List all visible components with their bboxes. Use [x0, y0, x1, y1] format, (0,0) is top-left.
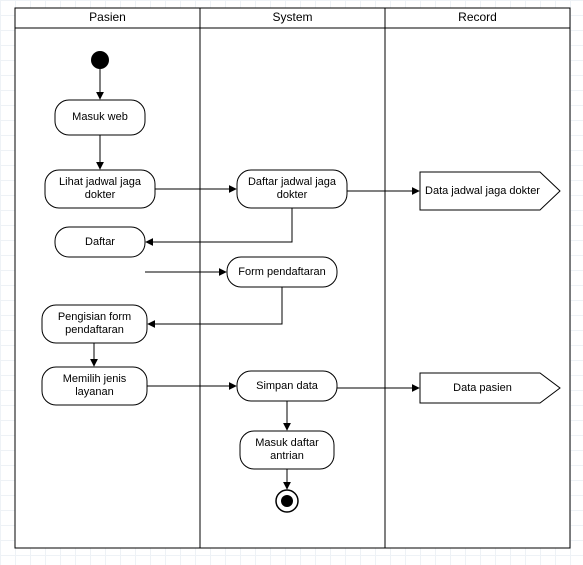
- activity-lihat-jadwal: [45, 170, 155, 208]
- final-node-inner: [281, 495, 293, 507]
- activity-daftar-jadwal: [237, 170, 347, 208]
- signal-data-jadwal: [420, 172, 560, 210]
- activity-masuk-antrian: [240, 431, 334, 469]
- activity-masuk-web: [55, 100, 145, 135]
- activity-simpan-data: [237, 371, 337, 401]
- initial-node: [91, 51, 109, 69]
- diagram-svg: [0, 0, 583, 565]
- signal-data-pasien: [420, 373, 560, 403]
- activity-memilih-layanan: [42, 367, 147, 405]
- activity-daftar: [55, 227, 145, 257]
- activity-pengisian-form: [42, 305, 147, 343]
- activity-form-pendaftaran: [227, 257, 337, 287]
